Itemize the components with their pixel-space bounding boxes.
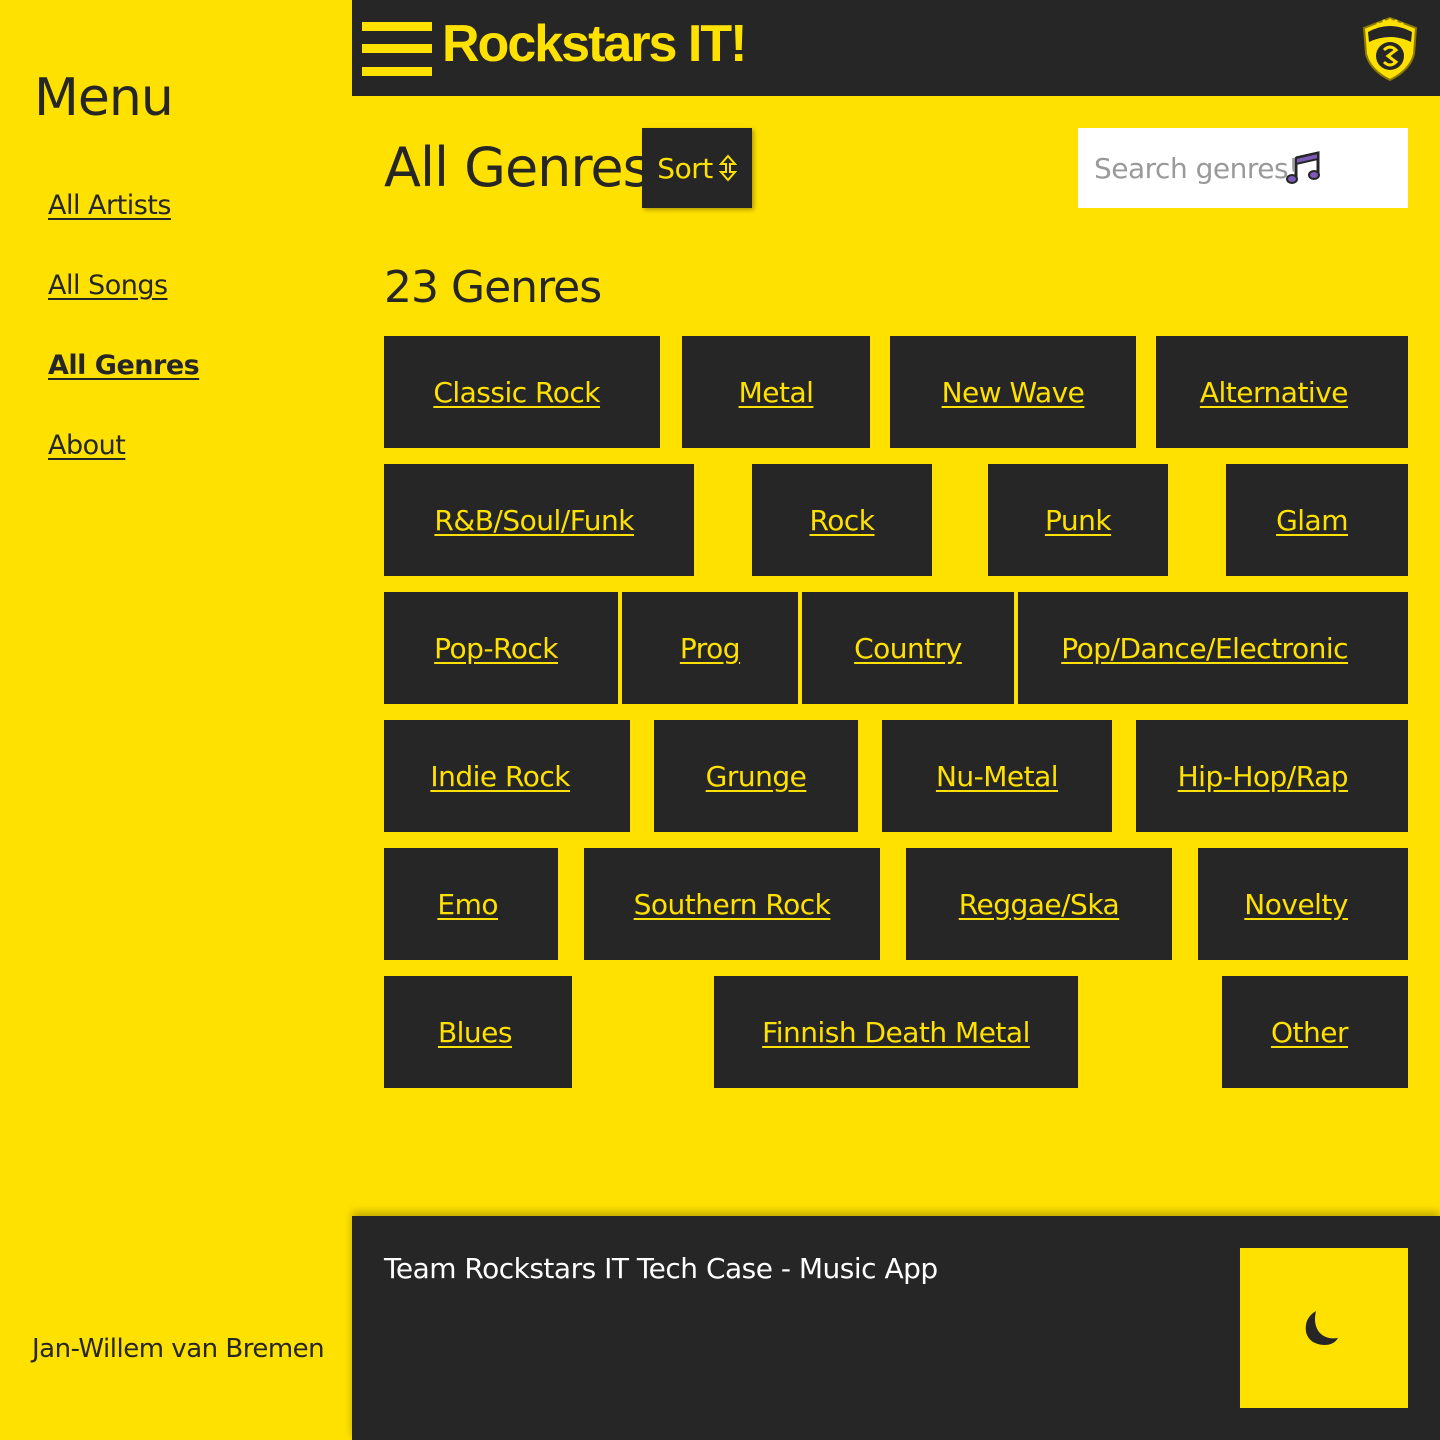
nav-link-about[interactable]: About [48, 430, 126, 461]
author-name: Jan-Willem van Bremen [32, 1334, 325, 1364]
genre-count: 23 Genres [384, 262, 602, 313]
genre-tile[interactable]: Novelty [1198, 848, 1408, 960]
genre-tile[interactable]: Prog [622, 592, 798, 704]
music-note-icon [1286, 151, 1320, 184]
genre-tile[interactable]: Emo [384, 848, 558, 960]
genre-tile[interactable]: Blues [384, 976, 572, 1088]
genre-tile[interactable]: Finnish Death Metal [714, 976, 1078, 1088]
genre-tile[interactable]: Pop/Dance/Electronic [1018, 592, 1408, 704]
search-input[interactable] [1078, 128, 1294, 208]
genre-tile[interactable]: Southern Rock [584, 848, 880, 960]
sort-label: Sort [657, 151, 713, 185]
genre-tile[interactable]: Classic Rock [384, 336, 660, 448]
theme-toggle-button[interactable] [1240, 1248, 1408, 1408]
genre-tile[interactable]: Indie Rock [384, 720, 630, 832]
brand-title: Rockstars IT! [442, 15, 747, 73]
genre-tile[interactable]: Rock [752, 464, 932, 576]
page-title: All Genres [384, 136, 651, 199]
genre-tile[interactable]: Pop-Rock [384, 592, 618, 704]
footer-text: Team Rockstars IT Tech Case - Music App [384, 1252, 938, 1285]
genre-tile[interactable]: Reggae/Ska [906, 848, 1172, 960]
genre-tile[interactable]: Metal [682, 336, 870, 448]
nav-link-all-artists[interactable]: All Artists [48, 190, 171, 221]
nav-link-all-genres[interactable]: All Genres [48, 350, 200, 381]
genre-tile[interactable]: Grunge [654, 720, 858, 832]
nav-link-all-songs[interactable]: All Songs [48, 270, 168, 301]
genre-tile[interactable]: New Wave [890, 336, 1136, 448]
sort-arrows-icon [718, 154, 737, 182]
genre-tile[interactable]: Glam [1226, 464, 1408, 576]
sort-button[interactable]: Sort [642, 128, 752, 208]
header: Rockstars IT! [352, 0, 1440, 96]
footer: Team Rockstars IT Tech Case - Music App [352, 1216, 1440, 1440]
rockstars-badge-logo [1362, 16, 1418, 82]
search-box [1078, 128, 1408, 208]
genre-tile[interactable]: R&B/Soul/Funk [384, 464, 694, 576]
menu-title: Menu [34, 68, 174, 128]
genre-tile[interactable]: Alternative [1156, 336, 1408, 448]
moon-icon [1305, 1311, 1338, 1345]
genre-tile[interactable]: Other [1222, 976, 1408, 1088]
sidebar: Menu All Artists All Songs All Genres Ab… [0, 0, 352, 1440]
hamburger-icon[interactable] [362, 22, 432, 76]
genre-tile[interactable]: Nu-Metal [882, 720, 1112, 832]
genre-tile[interactable]: Hip-Hop/Rap [1136, 720, 1408, 832]
genre-tile[interactable]: Punk [988, 464, 1168, 576]
genre-tile[interactable]: Country [802, 592, 1014, 704]
